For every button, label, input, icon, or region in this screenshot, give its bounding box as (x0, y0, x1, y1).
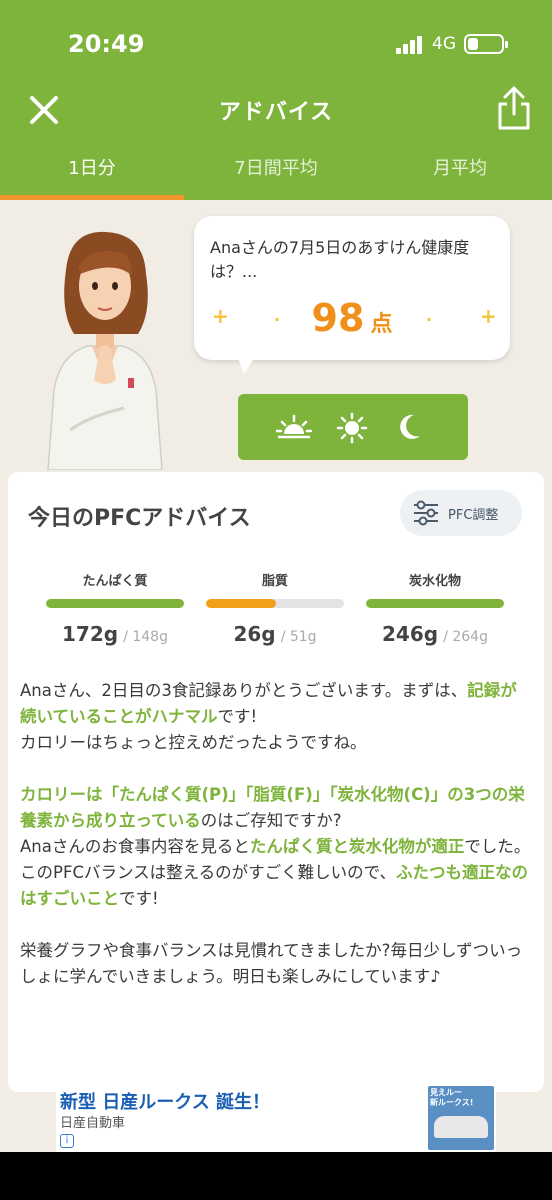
pfc-adjust-button[interactable]: PFC調整 (400, 490, 522, 536)
advice-highlight: たんぱく質と炭水化物が適正 (249, 837, 465, 856)
nutrient-bar (46, 599, 184, 608)
advice-paragraph: カロリーは「たんぱく質(P)」「脂質(F)」「炭水化物(C)」の3つの栄養素から… (20, 782, 532, 912)
ad-image-text: 見えルー 新ルークス! (430, 1088, 474, 1107)
sun-icon[interactable] (336, 412, 368, 444)
bubble-tail (236, 352, 258, 374)
bottom-bar (0, 1152, 552, 1200)
moon-icon[interactable] (396, 412, 422, 442)
signal-icon (396, 36, 426, 54)
status-bar: 20:49 4G (0, 0, 552, 90)
pfc-adjust-label: PFC調整 (448, 508, 499, 523)
meal-time-selector[interactable] (238, 394, 468, 460)
ad-title[interactable]: 新型 日産ルークス 誕生！ (60, 1088, 270, 1114)
tab-1day[interactable]: 1日分 (0, 140, 184, 200)
nutrient-protein: たんぱく質 172g / 148g (46, 570, 184, 646)
nutrient-bar-fill (206, 599, 277, 608)
nutrient-target: / 148g (123, 629, 168, 645)
nutrient-value: 26g (233, 622, 276, 646)
card-title: 今日のPFCアドバイス (28, 506, 251, 531)
advice-text: Anaさん、2日目の3食記録ありがとうございます。まずは、記録が続いていることが… (20, 678, 532, 1016)
nutrient-name: 脂質 (261, 574, 288, 589)
status-time: 20:49 (68, 30, 145, 58)
tab-bar: 1日分 7日間平均 月平均 (0, 140, 552, 200)
nutrient-bar-fill (366, 599, 504, 608)
nutrient-value: 246g (382, 622, 439, 646)
advice-paragraph: 栄養グラフや食事バランスは見慣れてきましたか?毎日少しずついっしょに学んでいきま… (20, 938, 532, 990)
nutrient-bar (366, 599, 504, 608)
nutrient-fat: 脂質 26g / 51g (206, 570, 344, 646)
ad-advertiser: 日産自動車 (60, 1116, 126, 1131)
sliders-icon (414, 500, 438, 526)
nutrient-bar (206, 599, 344, 608)
nav-bar: アドバイス (0, 80, 552, 140)
tab-7day-average[interactable]: 7日間平均 (184, 140, 368, 200)
page-title: アドバイス (218, 100, 334, 125)
nutrient-value: 172g (62, 622, 119, 646)
score-unit: 点 (370, 312, 393, 337)
tab-monthly-average[interactable]: 月平均 (368, 140, 552, 200)
advisor-illustration (47, 231, 163, 470)
ad-image[interactable]: 見えルー 新ルークス! (428, 1086, 494, 1150)
nutrient-name: たんぱく質 (82, 574, 148, 589)
advice-segment: Anaさん、2日目の3食記録ありがとうございます。まずは、 (20, 681, 468, 700)
advice-paragraph: Anaさん、2日目の3食記録ありがとうございます。まずは、記録が続いていることが… (20, 678, 532, 756)
health-score: 98 点 (194, 296, 510, 340)
share-icon (498, 86, 530, 130)
score-bubble: Anaさんの7月5日のあすけん健康度は？... + · · + 98 点 (194, 216, 510, 360)
bubble-message: Anaさんの7月5日のあすけん健康度は？... (210, 238, 470, 281)
advice-segment: 栄養グラフや食事バランスは見慣れてきましたか?毎日少しずついっしょに学んでいきま… (20, 941, 523, 986)
network-type: 4G (432, 34, 456, 54)
sunrise-icon[interactable] (276, 412, 312, 442)
header: 20:49 4G アドバイス 1日分 7日間平均 月平均 (0, 0, 552, 200)
advice-segment: です! (119, 889, 159, 908)
ad-info-icon[interactable]: i (60, 1134, 74, 1148)
score-value: 98 (311, 296, 365, 340)
nutrient-target: / 51g (280, 629, 317, 645)
pfc-advice-card: 今日のPFCアドバイス PFC調整 たんぱく質 172g / 148g 脂質 2… (8, 472, 544, 1092)
nutrient-name: 炭水化物 (408, 574, 461, 589)
ad-banner[interactable]: 新型 日産ルークス 誕生！ 日産自動車 i 見えルー 新ルークス! (56, 1084, 496, 1152)
battery-icon (464, 34, 508, 54)
share-button[interactable] (492, 84, 536, 134)
car-illustration (434, 1116, 488, 1138)
nutrient-bar-fill (46, 599, 184, 608)
nutrient-target: / 264g (443, 629, 488, 645)
nutrient-carbohydrate: 炭水化物 246g / 264g (366, 570, 504, 646)
